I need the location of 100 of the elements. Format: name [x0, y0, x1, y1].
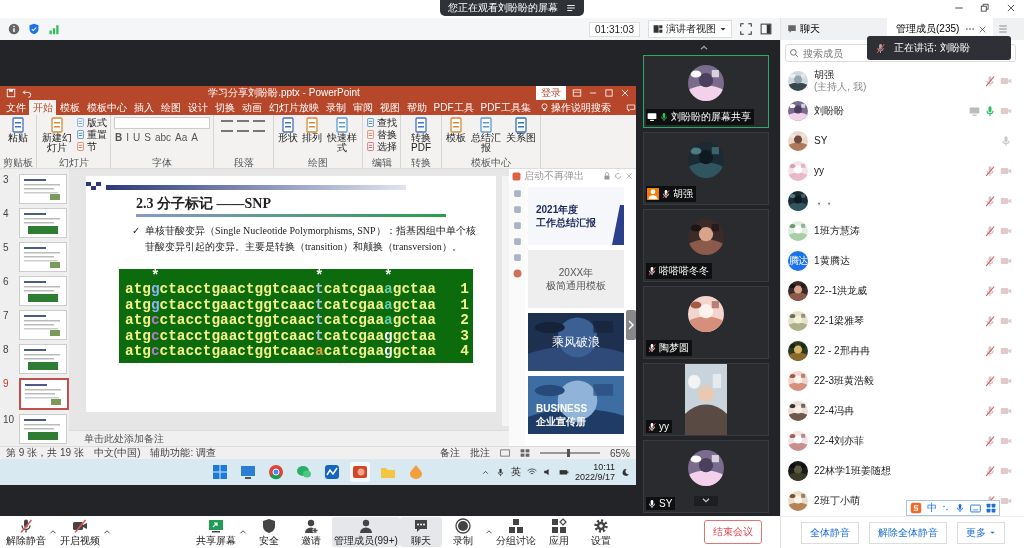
- slide-thumbnail[interactable]: [20, 175, 66, 203]
- search-hint[interactable]: 操作说明搜索: [551, 100, 611, 115]
- menu-icon[interactable]: [566, 3, 576, 13]
- toolbar-button[interactable]: 录制: [441, 517, 484, 547]
- toolbar-button[interactable]: 管理成员(99+): [332, 517, 400, 547]
- normal-view-icon[interactable]: [500, 448, 510, 458]
- ribbon-button[interactable]: 转换PDF: [404, 117, 438, 153]
- format-button[interactable]: S: [143, 132, 152, 143]
- panel-tab[interactable]: 聊天: [781, 18, 887, 40]
- ribbon-tab[interactable]: 文件: [2, 100, 29, 115]
- keyboard-icon[interactable]: [970, 502, 981, 514]
- info-icon[interactable]: [8, 23, 20, 35]
- ribbon-button[interactable]: 新建幻灯片: [40, 117, 74, 153]
- ribbon-button[interactable]: 选择: [366, 141, 397, 152]
- ribbon-button[interactable]: 形状: [277, 117, 299, 143]
- round-app-icon[interactable]: [268, 464, 284, 480]
- microphone-icon[interactable]: [495, 467, 505, 477]
- format-button[interactable]: Aa: [174, 132, 189, 143]
- punctuation-icon[interactable]: [942, 503, 950, 513]
- comments-button[interactable]: 批注: [470, 446, 490, 460]
- collapse-handle-icon[interactable]: [626, 310, 636, 340]
- video-tile[interactable]: 嗒嗒嗒冬冬: [643, 209, 769, 282]
- ribbon-tab[interactable]: 幻灯片放映: [265, 100, 322, 115]
- notes-placeholder[interactable]: 单击此处添加备注: [69, 430, 509, 446]
- format-button[interactable]: A: [190, 132, 199, 143]
- ribbon-tab[interactable]: 动画: [238, 100, 265, 115]
- notes-button[interactable]: 备注: [440, 446, 460, 460]
- toolbar-button[interactable]: 分组讨论: [493, 517, 538, 547]
- wifi-icon[interactable]: [526, 467, 537, 477]
- slide-thumbnail[interactable]: [20, 311, 66, 339]
- format-button[interactable]: I: [125, 132, 130, 143]
- four-squares-icon[interactable]: [212, 464, 228, 480]
- video-tile[interactable]: yy: [643, 363, 769, 436]
- panel-button[interactable]: 全体静音: [800, 521, 859, 544]
- toolbar-button[interactable]: 解除静音: [4, 517, 48, 547]
- caret-up-icon[interactable]: [698, 43, 710, 51]
- format-button[interactable]: U: [132, 132, 142, 143]
- undo-icon[interactable]: [22, 88, 32, 98]
- ribbon-display-icon[interactable]: [572, 88, 582, 98]
- ribbon-tab[interactable]: 帮助: [403, 100, 430, 115]
- grid-icon[interactable]: [986, 503, 996, 513]
- toolbar-button[interactable]: 聊天: [399, 517, 442, 547]
- ribbon-tab[interactable]: 开始: [29, 100, 56, 115]
- template-card[interactable]: 2021年度 工作总结汇报: [528, 187, 624, 245]
- ribbon-button[interactable]: 总结汇报: [469, 117, 503, 153]
- slide-thumbnail[interactable]: [20, 209, 66, 237]
- panel-button[interactable]: 更多: [956, 521, 1005, 544]
- slide-thumbnail[interactable]: [21, 380, 67, 408]
- ribbon-tab[interactable]: 审阅: [349, 100, 376, 115]
- close-icon[interactable]: [978, 24, 988, 34]
- save-icon[interactable]: [6, 88, 16, 98]
- restore-icon[interactable]: [604, 88, 614, 98]
- ribbon-tab[interactable]: 录制: [322, 100, 349, 115]
- panel-button[interactable]: 解除全体静音: [868, 521, 947, 544]
- video-tile[interactable]: 陶梦圆: [643, 286, 769, 359]
- slide-thumbnail[interactable]: [20, 277, 66, 305]
- shield-icon[interactable]: [28, 23, 40, 35]
- mascot-icon[interactable]: [512, 269, 522, 278]
- clock-time[interactable]: 10:11: [593, 462, 615, 472]
- signal-icon[interactable]: [48, 23, 60, 35]
- ribbon-button[interactable]: 版式: [76, 117, 107, 128]
- toolbar-button[interactable]: 应用: [537, 517, 580, 547]
- slides-app-icon[interactable]: [352, 464, 368, 480]
- ribbon-tab[interactable]: 插入: [130, 100, 157, 115]
- ribbon-button[interactable]: 替换: [366, 129, 397, 140]
- moon-icon[interactable]: [621, 467, 630, 477]
- slide-thumbnail[interactable]: [20, 345, 66, 373]
- chat-bubble-icon[interactable]: [296, 464, 312, 480]
- format-button[interactable]: abc: [153, 132, 173, 143]
- ribbon-tab[interactable]: 视图: [376, 100, 403, 115]
- ribbon-tab[interactable]: 切换: [211, 100, 238, 115]
- font-name-field[interactable]: [114, 117, 210, 129]
- video-tile[interactable]: 胡强: [643, 132, 769, 205]
- toolbar-button[interactable]: 共享屏幕: [194, 517, 239, 547]
- format-button[interactable]: B: [114, 132, 124, 143]
- slide-thumbnail[interactable]: [20, 243, 66, 271]
- toolbar-button[interactable]: 设置: [579, 517, 622, 547]
- caret-down-icon[interactable]: [700, 497, 712, 505]
- ribbon-button[interactable]: 重置: [76, 129, 107, 140]
- toolbar-button[interactable]: 安全: [248, 517, 291, 547]
- toolbar-button[interactable]: 邀请: [290, 517, 333, 547]
- fullscreen-icon[interactable]: [740, 23, 752, 35]
- toolbar-button[interactable]: 开启视频: [58, 517, 102, 547]
- ribbon-tab[interactable]: 设计: [184, 100, 211, 115]
- battery-icon[interactable]: [558, 467, 569, 477]
- video-tile[interactable]: 刘盼盼的屏幕共享: [643, 55, 769, 128]
- input-mode[interactable]: 中: [927, 501, 937, 515]
- ribbon-tab[interactable]: PDF工具: [430, 100, 477, 115]
- ribbon-button[interactable]: 快速样式: [325, 117, 359, 153]
- ribbon-button[interactable]: 模板: [445, 117, 467, 143]
- clock-date[interactable]: 2022/9/17: [574, 472, 615, 482]
- restore-icon[interactable]: [980, 3, 990, 13]
- chart-app-icon[interactable]: [324, 464, 340, 480]
- ribbon-tab[interactable]: 模板: [56, 100, 83, 115]
- side-panel-icon[interactable]: [760, 23, 772, 35]
- input-method-bar[interactable]: 中: [906, 500, 1000, 516]
- lock-icon[interactable]: [603, 172, 611, 180]
- ribbon-button[interactable]: 节: [76, 141, 107, 152]
- video-tile[interactable]: SY: [643, 440, 769, 513]
- ribbon-tab[interactable]: 模板中心: [83, 100, 130, 115]
